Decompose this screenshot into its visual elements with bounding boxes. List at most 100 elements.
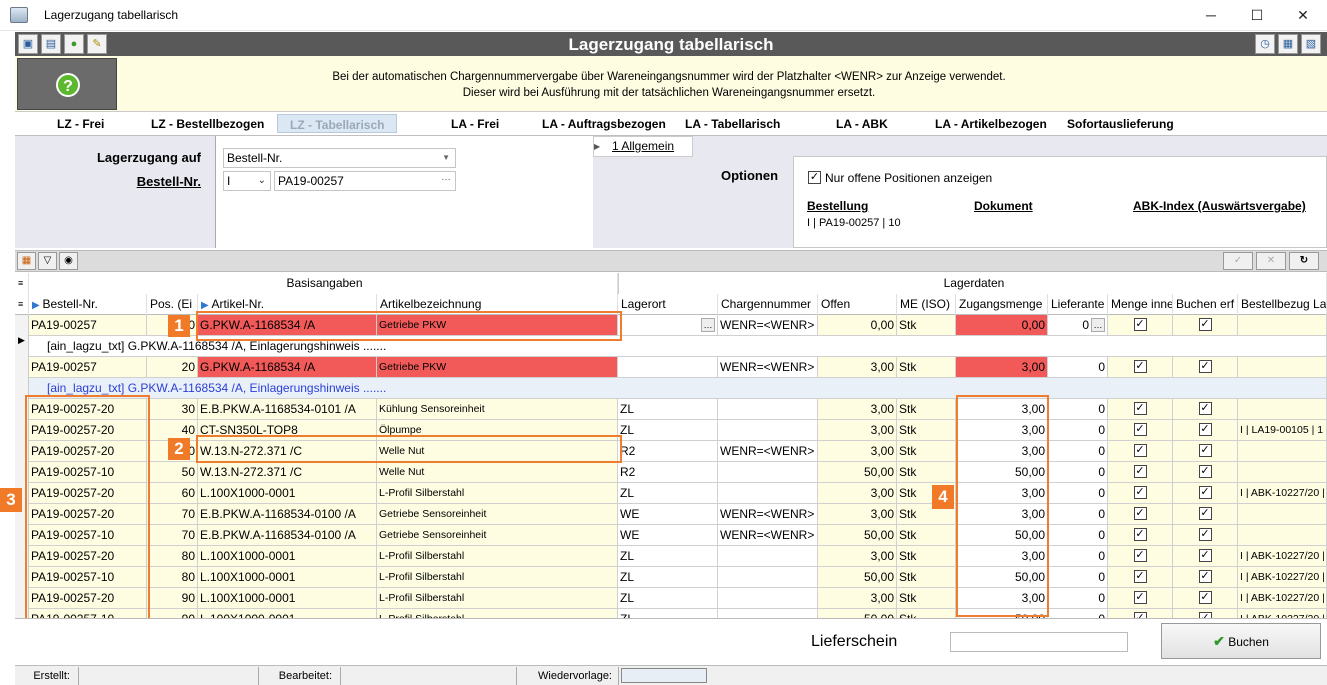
table-row[interactable]: PA19-00257-20 60 L.100X1000-0001 L-Profil S…: [15, 483, 1327, 504]
row-checkbox[interactable]: ✓: [1133, 465, 1147, 478]
row-checkbox[interactable]: ✓: [1198, 507, 1212, 520]
cell-menge-inne[interactable]: ✓: [1108, 483, 1173, 504]
grid-icon[interactable]: ▦: [17, 252, 36, 270]
table-row[interactable]: PA19-00257-20 90 L.100X1000-0001 L-Profil S…: [15, 588, 1327, 609]
cell-menge-inne[interactable]: ✓: [1108, 525, 1173, 546]
tab-la-abk[interactable]: LA - ABK: [836, 117, 888, 136]
cell-lagerort[interactable]: R2: [618, 441, 718, 462]
row-checkbox[interactable]: ✓: [1133, 360, 1147, 373]
cell-zugangsmenge[interactable]: 3,00: [956, 357, 1048, 378]
row-checkbox[interactable]: ✓: [1133, 402, 1147, 415]
tab-la-artikelbezogen[interactable]: LA - Artikelbezogen: [935, 117, 1047, 136]
row-checkbox[interactable]: ✓: [1198, 465, 1212, 478]
col-header-offen[interactable]: Offen: [818, 294, 897, 315]
row-checkbox[interactable]: ✓: [1133, 444, 1147, 457]
cell-chargennummer[interactable]: [718, 567, 818, 588]
cell-menge-inne[interactable]: ✓: [1108, 567, 1173, 588]
lagerzugang-select[interactable]: Bestell-Nr. ▼: [223, 148, 456, 168]
tab-lz-tabellarisch[interactable]: LZ - Tabellarisch: [277, 114, 398, 133]
bestell-nr-input[interactable]: PA19-00257 …: [274, 171, 456, 191]
col-header-lagerort[interactable]: Lagerort: [618, 294, 718, 315]
row-checkbox[interactable]: ✓: [1198, 423, 1212, 436]
eye-icon[interactable]: ◉: [59, 252, 78, 270]
cell-menge-inne[interactable]: ✓: [1108, 357, 1173, 378]
label-bestell-nr[interactable]: Bestell-Nr.: [137, 174, 201, 189]
row-checkbox[interactable]: ✓: [1198, 318, 1212, 331]
check-icon[interactable]: ✓: [1223, 252, 1253, 270]
cell-buchen-erf[interactable]: ✓: [1173, 504, 1238, 525]
cell-buchen-erf[interactable]: ✓: [1173, 546, 1238, 567]
table-row[interactable]: PA19-00257-10 50 W.13.N-272.371 /C Welle Nu…: [15, 462, 1327, 483]
box-icon[interactable]: ▧: [1301, 34, 1321, 54]
cell-chargennummer[interactable]: [718, 588, 818, 609]
cell-menge-inne[interactable]: ✓: [1108, 441, 1173, 462]
package-icon[interactable]: ▦: [1278, 34, 1298, 54]
row-checkbox[interactable]: ✓: [1198, 402, 1212, 415]
cell-buchen-erf[interactable]: ✓: [1173, 315, 1238, 336]
cell-chargennummer[interactable]: [718, 609, 818, 618]
row-checkbox[interactable]: ✓: [1198, 360, 1212, 373]
row-checkbox[interactable]: ✓: [1198, 528, 1212, 541]
cell-lieferant[interactable]: 0: [1048, 609, 1108, 618]
cell-lieferant[interactable]: 0: [1048, 357, 1108, 378]
cell-lagerort[interactable]: ZL: [618, 546, 718, 567]
table-row[interactable]: PA19-00257-20 30 E.B.PKW.A-1168534-0101 /A…: [15, 399, 1327, 420]
cell-chargennummer[interactable]: [718, 420, 818, 441]
col-header-lieferant[interactable]: Lieferante: [1048, 294, 1108, 315]
tools-icon[interactable]: ✎: [87, 34, 107, 54]
row-checkbox[interactable]: ✓: [1133, 423, 1147, 436]
grid-menu-icon[interactable]: ≡: [15, 273, 29, 294]
cell-lagerort[interactable]: ZL: [618, 588, 718, 609]
cell-lieferant[interactable]: 0: [1048, 441, 1108, 462]
cell-chargennummer[interactable]: [718, 462, 818, 483]
buchen-button[interactable]: ✔ Buchen: [1161, 623, 1321, 659]
cell-buchen-erf[interactable]: ✓: [1173, 399, 1238, 420]
cell-lieferant[interactable]: 0: [1048, 462, 1108, 483]
col-header-menge-inne[interactable]: Menge inne: [1108, 294, 1173, 315]
tab-lz-bestellbezogen[interactable]: LZ - Bestellbezogen: [151, 117, 264, 136]
table-row[interactable]: PA19-00257-1090L.100X1000-0001L-Profil S…: [15, 609, 1327, 618]
operator-select[interactable]: I ⌄: [223, 171, 271, 191]
table-row[interactable]: PA19-00257-10 70 E.B.PKW.A-1168534-0100 /A…: [15, 525, 1327, 546]
cell-menge-inne[interactable]: ✓: [1108, 462, 1173, 483]
window-icon[interactable]: ▣: [18, 34, 38, 54]
cell-buchen-erf[interactable]: ✓: [1173, 441, 1238, 462]
cell-menge-inne[interactable]: ✓: [1108, 609, 1173, 618]
col-dokument[interactable]: Dokument: [974, 199, 1033, 213]
cell-lieferant[interactable]: 0: [1048, 399, 1108, 420]
cell-lieferant[interactable]: 0: [1048, 546, 1108, 567]
cell-buchen-erf[interactable]: ✓: [1173, 483, 1238, 504]
cancel-icon[interactable]: ✕: [1256, 252, 1286, 270]
row-checkbox[interactable]: ✓: [1198, 549, 1212, 562]
cell-menge-inne[interactable]: ✓: [1108, 420, 1173, 441]
cell-lieferant[interactable]: 0: [1048, 420, 1108, 441]
row-checkbox[interactable]: ✓: [1133, 591, 1147, 604]
cell-lagerort[interactable]: ZL: [618, 609, 718, 618]
cell-lagerort[interactable]: ZL: [618, 399, 718, 420]
cell-lagerort[interactable]: R2: [618, 462, 718, 483]
row-checkbox[interactable]: ✓: [1133, 486, 1147, 499]
cell-lieferant[interactable]: 0: [1048, 483, 1108, 504]
cell-lieferant[interactable]: 0…: [1048, 315, 1108, 336]
ellipsis-icon[interactable]: …: [1091, 318, 1105, 332]
col-header-bestell-nr[interactable]: ▶ Bestell-Nr.: [29, 294, 147, 315]
help-small-icon[interactable]: ●: [64, 34, 84, 54]
clock-icon[interactable]: ◷: [1255, 34, 1275, 54]
row-checkbox[interactable]: ✓: [1133, 570, 1147, 583]
cell-lagerort[interactable]: WE: [618, 525, 718, 546]
row-checkbox[interactable]: ✓: [1133, 549, 1147, 562]
cell-menge-inne[interactable]: ✓: [1108, 588, 1173, 609]
cell-lieferant[interactable]: 0: [1048, 567, 1108, 588]
ellipsis-icon[interactable]: …: [701, 318, 715, 332]
col-header-chargennummer[interactable]: Chargennummer: [718, 294, 818, 315]
cell-menge-inne[interactable]: ✓: [1108, 504, 1173, 525]
cell-chargennummer[interactable]: WENR=<WENR>: [718, 315, 818, 336]
tab-la-auftragsbezogen[interactable]: LA - Auftragsbezogen: [542, 117, 666, 136]
lieferschein-input[interactable]: [950, 632, 1128, 652]
cell-menge-inne[interactable]: ✓: [1108, 399, 1173, 420]
table-row[interactable]: PA19-00257 20 G.PKW.A-1168534 /A Getriebe P…: [15, 357, 1327, 378]
filter-icon[interactable]: ▽: [38, 252, 57, 270]
col-header-me-iso[interactable]: ME (ISO): [897, 294, 956, 315]
tab-la-tabellarisch[interactable]: LA - Tabellarisch: [685, 117, 780, 136]
row-checkbox[interactable]: ✓: [1133, 318, 1147, 331]
